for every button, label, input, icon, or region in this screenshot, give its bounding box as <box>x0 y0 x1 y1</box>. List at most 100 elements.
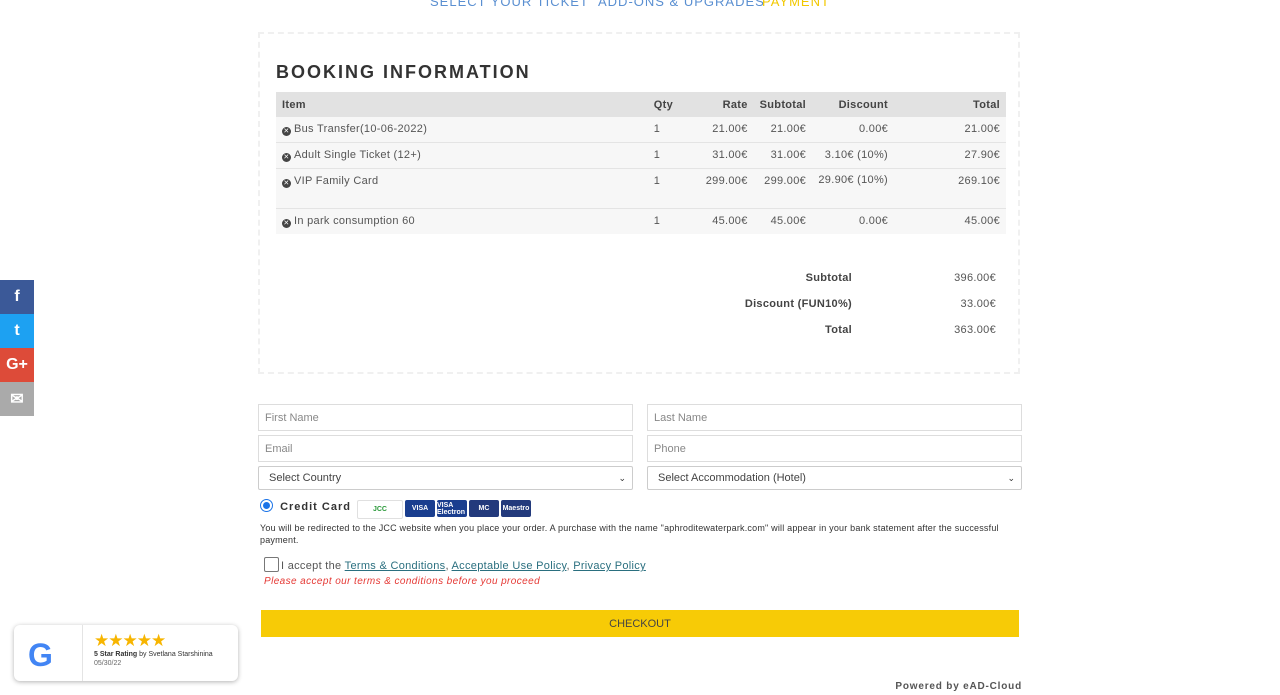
email-icon[interactable]: ✉ <box>0 382 34 416</box>
jcc-logo: JCC <box>357 500 403 519</box>
table-row: ✕ VIP Family Card 1 299.00€ 299.00€ 29.90… <box>276 168 1006 209</box>
payment-redirect-note: You will be redirected to the JCC websit… <box>260 523 999 545</box>
table-row: ✕ In park consumption 60 1 45.00€ 45.00€ … <box>276 208 1006 234</box>
visa-electron-logo: VISA Electron <box>437 500 467 517</box>
accommodation-select-value: Select Accommodation (Hotel) <box>658 472 806 484</box>
rating-label: 5 Star Rating <box>94 651 138 658</box>
header-qty: Qty <box>647 92 700 117</box>
item-qty: 1 <box>647 117 700 143</box>
remove-item-icon[interactable]: ✕ <box>282 179 291 188</box>
item-qty: 1 <box>647 168 700 209</box>
credit-card-label: Credit Card <box>280 501 351 513</box>
checkout-steps: SELECT YOUR TICKET ADD-ONS & UPGRADES PA… <box>300 0 980 9</box>
review-rating-text: 5 Star Rating by Svetlana Starshinina <box>94 651 213 658</box>
terms-warning: Please accept our terms & conditions bef… <box>264 576 541 587</box>
header-subtotal: Subtotal <box>753 92 813 117</box>
booking-title: BOOKING INFORMATION <box>276 62 531 82</box>
chevron-down-icon: ⌄ <box>618 473 626 483</box>
facebook-icon[interactable]: f <box>0 280 34 314</box>
item-total: 27.90€ <box>894 142 1006 169</box>
checkout-button[interactable]: CHECKOUT <box>261 610 1019 637</box>
terms-acceptance: I accept the Terms & Conditions, Accepta… <box>264 557 646 572</box>
last-name-input[interactable] <box>647 404 1022 431</box>
item-subtotal: 45.00€ <box>753 208 813 234</box>
reviewer-name: by Svetlana Starshinina <box>139 651 213 658</box>
summary-total-row: Total 363.00€ <box>700 324 1000 350</box>
item-name: In park consumption 60 <box>294 215 415 227</box>
remove-item-icon[interactable]: ✕ <box>282 153 291 162</box>
terms-separator: , <box>445 560 449 572</box>
item-discount: 3.10€ (10%) <box>812 142 895 169</box>
item-discount: 29.90€ (10%) <box>812 168 895 209</box>
google-plus-icon[interactable]: G+ <box>0 348 34 382</box>
item-rate: 31.00€ <box>699 142 754 169</box>
social-share-bar: f t G+ ✉ <box>0 280 34 416</box>
item-rate: 21.00€ <box>699 117 754 143</box>
summary-discount-label: Discount (FUN10%) <box>744 298 852 310</box>
terms-prefix: I accept the <box>281 560 342 572</box>
privacy-policy-link[interactable]: Privacy Policy <box>573 560 646 572</box>
booking-information-panel: BOOKING INFORMATION Item Qty Rate Subtot… <box>258 32 1020 374</box>
header-item: Item <box>276 92 648 117</box>
item-subtotal: 299.00€ <box>753 168 813 209</box>
item-subtotal: 21.00€ <box>753 117 813 143</box>
item-discount: 0.00€ <box>812 117 895 143</box>
item-total: 45.00€ <box>894 208 1006 234</box>
card-logos: JCC VISA VISA Electron MC Maestro <box>357 500 531 519</box>
star-rating-icon: ★★★★★ <box>94 631 166 650</box>
summary-discount-value: 33.00€ <box>960 298 996 310</box>
terms-separator: , <box>566 560 570 572</box>
summary-total-label: Total <box>825 324 852 336</box>
powered-by: Powered by eAD-Cloud <box>895 681 1022 692</box>
acceptable-use-policy-link[interactable]: Acceptable Use Policy <box>452 560 567 572</box>
header-rate: Rate <box>699 92 754 117</box>
review-date: 05/30/22 <box>94 660 122 667</box>
item-rate: 45.00€ <box>699 208 754 234</box>
step-select-ticket[interactable]: SELECT YOUR TICKET <box>430 0 589 9</box>
item-name: Bus Transfer(10-06-2022) <box>294 123 428 135</box>
google-review-badge[interactable]: G ★★★★★ 5 Star Rating by Svetlana Starsh… <box>14 625 238 681</box>
summary-discount-row: Discount (FUN10%) 33.00€ <box>700 298 1000 324</box>
payment-method: Credit Card JCC VISA VISA Electron MC Ma… <box>260 499 1020 545</box>
table-row: ✕ Adult Single Ticket (12+) 1 31.00€ 31.0… <box>276 142 1006 169</box>
item-total: 269.10€ <box>894 168 1006 209</box>
visa-logo: VISA <box>405 500 435 517</box>
step-payment[interactable]: PAYMENT <box>762 0 830 9</box>
credit-card-radio[interactable] <box>260 499 273 512</box>
item-subtotal: 31.00€ <box>753 142 813 169</box>
summary-subtotal-row: Subtotal 396.00€ <box>700 272 1000 298</box>
header-discount: Discount <box>812 92 895 117</box>
table-row: ✕ Bus Transfer(10-06-2022) 1 21.00€ 21.00… <box>276 117 1006 143</box>
item-name: VIP Family Card <box>294 175 379 187</box>
twitter-icon[interactable]: t <box>0 314 34 348</box>
terms-conditions-link[interactable]: Terms & Conditions <box>345 560 446 572</box>
item-rate: 299.00€ <box>699 168 754 209</box>
chevron-down-icon: ⌄ <box>1007 473 1015 483</box>
email-input[interactable] <box>258 435 633 462</box>
maestro-logo: Maestro <box>501 500 531 517</box>
country-select[interactable]: Select Country ⌄ <box>258 466 633 490</box>
badge-divider <box>82 625 83 681</box>
mastercard-logo: MC <box>469 500 499 517</box>
table-header-row: Item Qty Rate Subtotal Discount Total <box>276 92 1006 117</box>
google-logo-icon: G <box>28 637 53 673</box>
summary-subtotal-label: Subtotal <box>805 272 852 284</box>
order-summary: Subtotal 396.00€ Discount (FUN10%) 33.00… <box>700 272 1000 350</box>
item-qty: 1 <box>647 208 700 234</box>
first-name-input[interactable] <box>258 404 633 431</box>
summary-subtotal-value: 396.00€ <box>954 272 996 284</box>
item-total: 21.00€ <box>894 117 1006 143</box>
item-name: Adult Single Ticket (12+) <box>294 149 422 161</box>
remove-item-icon[interactable]: ✕ <box>282 127 291 136</box>
step-add-ons[interactable]: ADD-ONS & UPGRADES <box>598 0 765 9</box>
header-total: Total <box>894 92 1006 117</box>
terms-checkbox[interactable] <box>264 557 279 572</box>
booking-items-table: Item Qty Rate Subtotal Discount Total ✕ B… <box>276 92 1006 234</box>
accommodation-select[interactable]: Select Accommodation (Hotel) ⌄ <box>647 466 1022 490</box>
phone-input[interactable] <box>647 435 1022 462</box>
remove-item-icon[interactable]: ✕ <box>282 219 291 228</box>
item-qty: 1 <box>647 142 700 169</box>
item-discount: 0.00€ <box>812 208 895 234</box>
country-select-value: Select Country <box>269 472 342 484</box>
summary-total-value: 363.00€ <box>954 324 996 336</box>
